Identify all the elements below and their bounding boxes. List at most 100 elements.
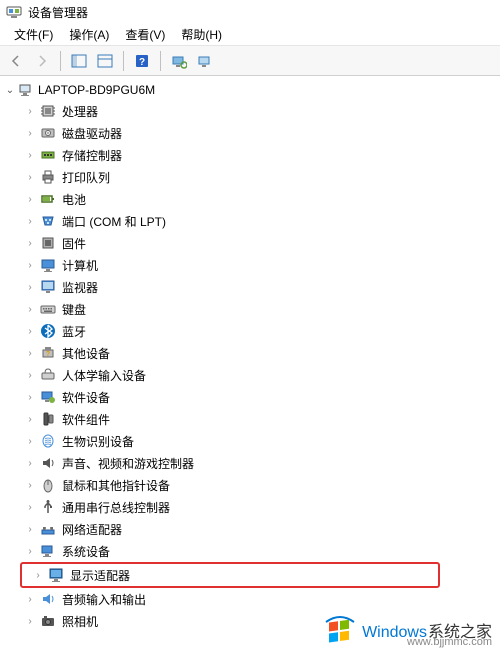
tree-node-component[interactable]: ›软件组件 bbox=[18, 408, 500, 430]
tree-node-hid[interactable]: › 人体学输入设备 bbox=[18, 364, 500, 386]
other-icon bbox=[40, 345, 56, 361]
expander-icon[interactable]: › bbox=[24, 150, 36, 161]
menu-action[interactable]: 操作(A) bbox=[61, 24, 117, 45]
tree-node-audio[interactable]: › 音频输入和输出 bbox=[18, 588, 500, 610]
tree-node-printer[interactable]: › 打印队列 bbox=[18, 166, 500, 188]
tree-node-label: 声音、视频和游戏控制器 bbox=[62, 455, 194, 472]
tree-node-disk[interactable]: › 磁盘驱动器 bbox=[18, 122, 500, 144]
tree-node-sound[interactable]: › 声音、视频和游戏控制器 bbox=[18, 452, 500, 474]
tree-node-label: 音频输入和输出 bbox=[62, 591, 146, 608]
expander-icon[interactable]: › bbox=[24, 616, 36, 627]
storage-icon bbox=[40, 147, 56, 163]
scan-hardware-button[interactable] bbox=[167, 49, 191, 73]
firmware-icon bbox=[40, 235, 56, 251]
expander-icon[interactable]: › bbox=[24, 106, 36, 117]
expander-icon[interactable]: › bbox=[24, 282, 36, 293]
expander-icon[interactable]: › bbox=[24, 458, 36, 469]
watermark-url: www.bjjmmc.com bbox=[407, 636, 492, 648]
disk-icon bbox=[40, 125, 56, 141]
expander-icon[interactable]: › bbox=[24, 172, 36, 183]
tree-node-cpu[interactable]: › 处理器 bbox=[18, 100, 500, 122]
tree-node-label: 固件 bbox=[62, 235, 86, 252]
properties-button[interactable] bbox=[93, 49, 117, 73]
tree-node-network[interactable]: ›网络适配器 bbox=[18, 518, 500, 540]
show-hide-console-button[interactable] bbox=[67, 49, 91, 73]
tree-node-label: 计算机 bbox=[62, 257, 98, 274]
watermark: Windows系统之家 www.bjjmmc.com bbox=[324, 614, 492, 646]
tree-node-label: 键盘 bbox=[62, 301, 86, 318]
tree-node-computer[interactable]: › 计算机 bbox=[18, 254, 500, 276]
tree-node-mouse[interactable]: ›鼠标和其他指针设备 bbox=[18, 474, 500, 496]
tree-node-software[interactable]: ›软件设备 bbox=[18, 386, 500, 408]
camera-icon bbox=[40, 613, 56, 629]
menu-file[interactable]: 文件(F) bbox=[6, 24, 61, 45]
tree-node-label: 磁盘驱动器 bbox=[62, 125, 122, 142]
expander-icon[interactable]: › bbox=[24, 304, 36, 315]
software-icon bbox=[40, 389, 56, 405]
expander-icon[interactable]: › bbox=[24, 392, 36, 403]
expander-icon[interactable]: › bbox=[24, 238, 36, 249]
tree-node-label: 处理器 bbox=[62, 103, 98, 120]
device-tree[interactable]: ⌄ LAPTOP-BD9PGU6M ›处理器›磁盘驱动器›存储控制器›打印队列›… bbox=[0, 76, 500, 654]
tree-node-keyboard[interactable]: › 键盘 bbox=[18, 298, 500, 320]
toolbar-separator bbox=[60, 51, 61, 71]
menu-view[interactable]: 查看(V) bbox=[117, 24, 173, 45]
display-icon bbox=[48, 567, 64, 583]
expander-icon[interactable]: › bbox=[24, 326, 36, 337]
tree-node-label: 系统设备 bbox=[62, 543, 110, 560]
tree-node-monitor[interactable]: › 监视器 bbox=[18, 276, 500, 298]
expander-icon[interactable]: › bbox=[24, 216, 36, 227]
toolbar-separator bbox=[160, 51, 161, 71]
tree-node-bluetooth[interactable]: ›蓝牙 bbox=[18, 320, 500, 342]
mouse-icon bbox=[40, 477, 56, 493]
device-manager-icon bbox=[6, 4, 22, 20]
expander-icon[interactable]: › bbox=[24, 594, 36, 605]
help-button[interactable]: ? bbox=[130, 49, 154, 73]
expander-icon[interactable]: ⌄ bbox=[4, 85, 16, 96]
tree-node-storage[interactable]: ›存储控制器 bbox=[18, 144, 500, 166]
expander-icon[interactable]: › bbox=[32, 570, 44, 581]
highlighted-node: › 显示适配器 bbox=[20, 562, 440, 588]
tree-node-biometric[interactable]: ›生物识别设备 bbox=[18, 430, 500, 452]
tree-node-label: 端口 (COM 和 LPT) bbox=[62, 213, 166, 230]
expander-icon[interactable]: › bbox=[24, 502, 36, 513]
expander-icon[interactable]: › bbox=[24, 436, 36, 447]
forward-button[interactable] bbox=[30, 49, 54, 73]
printer-icon bbox=[40, 169, 56, 185]
expander-icon[interactable]: › bbox=[24, 194, 36, 205]
expander-icon[interactable]: › bbox=[24, 260, 36, 271]
expander-icon[interactable]: › bbox=[24, 546, 36, 557]
tree-node-battery[interactable]: › 电池 bbox=[18, 188, 500, 210]
expander-icon[interactable]: › bbox=[24, 414, 36, 425]
tree-node-label: 人体学输入设备 bbox=[62, 367, 146, 384]
tree-node-label: 通用串行总线控制器 bbox=[62, 499, 170, 516]
computer-icon bbox=[18, 82, 34, 98]
tree-node-label: 监视器 bbox=[62, 279, 98, 296]
expander-icon[interactable]: › bbox=[24, 480, 36, 491]
expander-icon[interactable]: › bbox=[24, 370, 36, 381]
titlebar: 设备管理器 bbox=[0, 0, 500, 24]
toolbar: ? bbox=[0, 46, 500, 76]
biometric-icon bbox=[40, 433, 56, 449]
add-hardware-button[interactable] bbox=[193, 49, 217, 73]
tree-node-label: 电池 bbox=[62, 191, 86, 208]
menu-help[interactable]: 帮助(H) bbox=[173, 24, 230, 45]
keyboard-icon bbox=[40, 301, 56, 317]
tree-node-system[interactable]: › 系统设备 bbox=[18, 540, 500, 562]
port-icon bbox=[40, 213, 56, 229]
expander-icon[interactable]: › bbox=[24, 128, 36, 139]
tree-node-other[interactable]: ›其他设备 bbox=[18, 342, 500, 364]
tree-root-node[interactable]: ⌄ LAPTOP-BD9PGU6M bbox=[4, 80, 500, 100]
tree-node-firmware[interactable]: › 固件 bbox=[18, 232, 500, 254]
back-button[interactable] bbox=[4, 49, 28, 73]
tree-node-usb[interactable]: › 通用串行总线控制器 bbox=[18, 496, 500, 518]
expander-icon[interactable]: › bbox=[24, 348, 36, 359]
tree-node-label: 打印队列 bbox=[62, 169, 110, 186]
tree-node-display[interactable]: › 显示适配器 bbox=[26, 564, 434, 586]
window-title: 设备管理器 bbox=[28, 4, 88, 21]
component-icon bbox=[40, 411, 56, 427]
battery-icon bbox=[40, 191, 56, 207]
tree-node-port[interactable]: › 端口 (COM 和 LPT) bbox=[18, 210, 500, 232]
tree-node-label: 显示适配器 bbox=[70, 567, 130, 584]
expander-icon[interactable]: › bbox=[24, 524, 36, 535]
